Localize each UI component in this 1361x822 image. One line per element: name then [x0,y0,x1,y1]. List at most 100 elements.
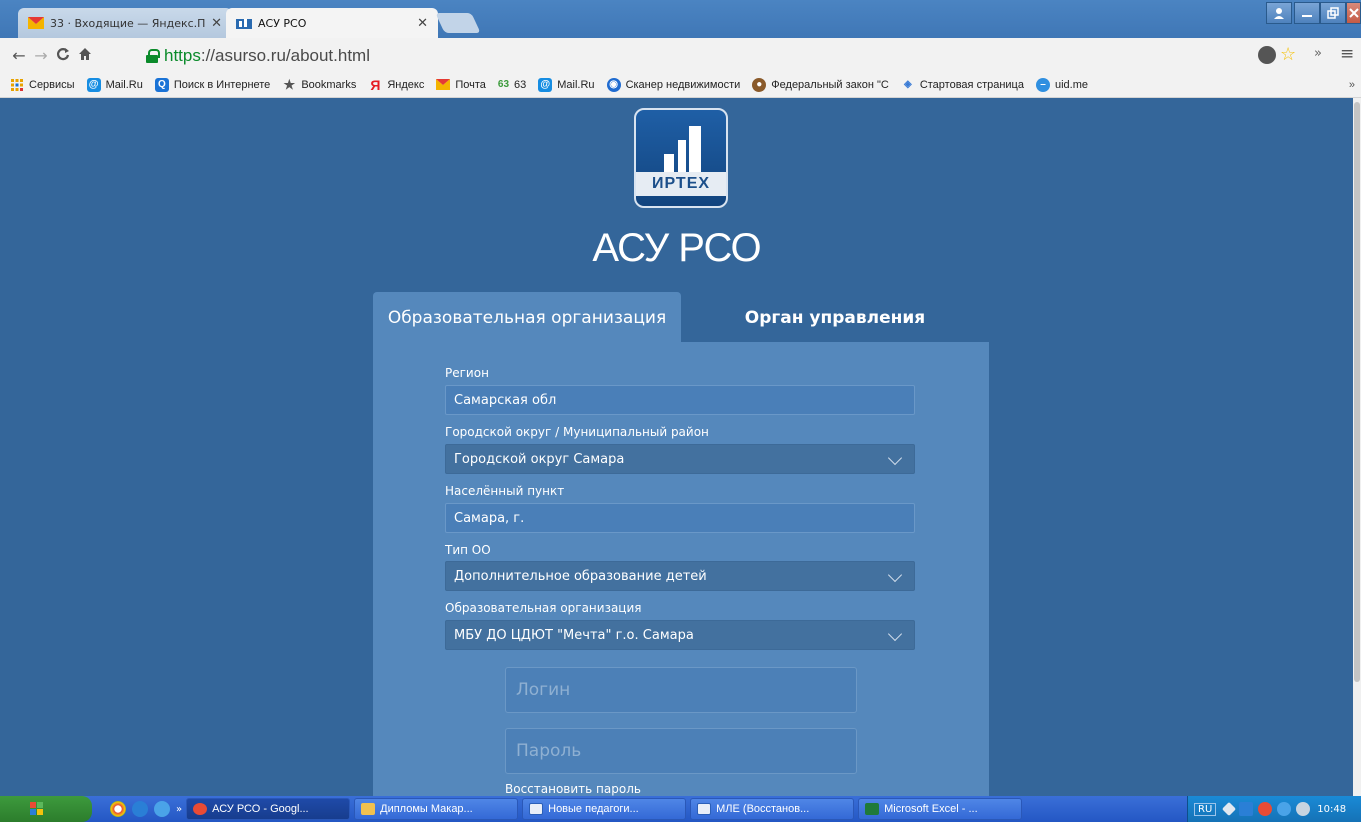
language-indicator[interactable]: RU [1194,802,1217,816]
bookmark-label: Яндекс [387,78,425,91]
irtex-logo: ИРТЕХ [634,108,728,208]
tab-title: АСУ РСО [258,16,307,30]
internet-explorer-icon[interactable] [154,801,170,817]
tab-educational-organization[interactable]: Образовательная организация [373,292,681,344]
bookmark-scanner[interactable]: ◉ Сканер недвижимости [606,77,741,92]
district-label: Городской округ / Муниципальный район [445,425,709,439]
display-icon[interactable] [1239,802,1254,816]
search-icon: Q [154,77,169,92]
organization-select[interactable]: МБУ ДО ЦДЮТ "Мечта" г.о. Самара [445,620,915,650]
home-icon[interactable] [74,46,96,65]
forward-arrow-icon[interactable]: → [30,46,52,65]
mailru-at-icon: @ [538,77,553,92]
district-select[interactable]: Городской округ Самара [445,444,915,474]
bookmark-search[interactable]: Q Поиск в Интернете [154,77,271,92]
login-input[interactable]: Логин [505,667,857,713]
antivirus-icon[interactable] [1258,802,1273,816]
district-value: Городской округ Самара [454,451,625,467]
extension-icon[interactable] [1258,46,1276,64]
bookmark-label: Почта [455,78,486,91]
minimize-icon[interactable] [1294,2,1320,24]
bookmark-uid[interactable]: – uid.me [1035,77,1089,92]
scanner-icon: ◉ [606,77,621,92]
taskbar-item-new-teachers[interactable]: Новые педагоги... [522,798,687,820]
bookmark-mailru-2[interactable]: @ Mail.Ru [538,77,595,92]
url-path: ://asurso.ru/about.html [200,46,370,65]
bookmark-folder[interactable]: ★ Bookmarks [282,76,357,92]
taskbar-item-label: Дипломы Макар... [380,803,473,815]
emblem-icon: ● [752,77,767,92]
bookmark-mail[interactable]: Почта [436,78,486,92]
quick-launch: » [110,801,182,817]
network-icon[interactable] [1222,801,1237,817]
mail-icon [436,78,451,92]
locality-field[interactable]: Самара, г. [445,503,915,533]
menu-icon[interactable]: ≡ [1340,44,1354,64]
yandex-mail-icon [28,17,44,29]
chevron-down-icon [887,626,903,642]
bookmark-start-page[interactable]: ◈ Стартовая страница [901,78,1024,92]
uid-icon: – [1035,77,1050,92]
region-field[interactable]: Самарская обл [445,385,915,415]
bookmark-federal-law[interactable]: ● Федеральный закон "С [752,77,889,92]
back-arrow-icon[interactable]: ← [8,46,30,65]
bookmark-label: uid.me [1054,78,1089,91]
tab-governing-body[interactable]: Орган управления [681,292,989,344]
yandex-icon: Я [370,76,381,93]
bookmark-label: Поиск в Интернете [173,78,271,91]
expand-quicklaunch-icon[interactable]: » [176,804,182,815]
chrome-icon[interactable] [110,801,126,817]
scrollbar-thumb[interactable] [1354,102,1360,682]
apps-grid-icon [10,78,24,92]
bookmark-yandex[interactable]: Я Яндекс [368,76,425,93]
clock: 10:48 [1317,803,1347,815]
new-tab-button[interactable] [435,13,481,33]
close-tab-icon[interactable]: ✕ [211,16,222,31]
tab-yandex-mail[interactable]: 33 · Входящие — Яндекс.П ✕ [18,8,232,38]
address-bar[interactable]: https ://asurso.ru/about.html [146,44,1236,68]
restore-icon[interactable] [1320,2,1346,24]
bookmark-services[interactable]: Сервисы [10,78,75,92]
close-window-icon[interactable] [1346,2,1361,24]
taskbar-item-label: Microsoft Excel - ... [884,803,978,815]
asu-rso-favicon [236,17,252,29]
browser-tab-strip: 33 · Входящие — Яндекс.П ✕ АСУ РСО ✕ [0,0,1361,38]
taskbar-item-mle[interactable]: МЛЕ (Восстанов... [690,798,855,820]
volume-icon[interactable] [1296,802,1311,816]
login-tabs: Образовательная организация Орган управл… [373,292,989,344]
browser-toolbar: ← → https ://asurso.ru/about.html ☆ » ≡ [0,38,1361,72]
taskbar-item-diplomas[interactable]: Дипломы Макар... [354,798,519,820]
browser-icon[interactable] [132,801,148,817]
restore-password-link[interactable]: Восстановить пароль [505,782,641,796]
bookmarks-bar: Сервисы @ Mail.Ru Q Поиск в Интернете ★ … [0,72,1361,98]
star-icon: ★ [283,76,296,92]
more-bookmarks-icon[interactable]: » [1349,79,1355,91]
vertical-scrollbar[interactable] [1353,98,1361,796]
update-icon[interactable] [1277,802,1292,816]
close-tab-icon[interactable]: ✕ [417,16,428,31]
bookmark-mailru[interactable]: @ Mail.Ru [86,77,143,92]
tab-title: 33 · Входящие — Яндекс.П [50,16,206,30]
start-button[interactable] [0,796,92,822]
org-type-select[interactable]: Дополнительное образование детей [445,561,915,591]
page-content: ИРТЕХ АСУ РСО Образовательная организаци… [0,98,1353,796]
organization-value: МБУ ДО ЦДЮТ "Мечта" г.о. Самара [454,627,694,643]
excel-icon [865,803,880,815]
taskbar-item-asu-rso[interactable]: АСУ РСО - Googl... [186,798,351,820]
user-profile-icon[interactable] [1266,2,1292,24]
more-extensions-icon[interactable]: » [1314,46,1322,61]
taskbar-item-label: Новые педагоги... [548,803,639,815]
reload-icon[interactable] [52,46,74,65]
bookmark-63[interactable]: 63 63 [498,78,526,92]
taskbar-item-label: АСУ РСО - Googl... [212,803,309,815]
locality-label: Населённый пункт [445,484,565,498]
password-input[interactable]: Пароль [505,728,857,774]
bookmark-star-icon[interactable]: ☆ [1280,44,1296,65]
tab-asu-rso[interactable]: АСУ РСО ✕ [226,8,438,38]
taskbar-item-label: МЛЕ (Восстанов... [716,803,810,815]
bookmark-label: Mail.Ru [557,78,595,91]
url-scheme: https [164,46,201,65]
bookmark-label: Bookmarks [301,78,357,91]
bookmark-label: Сканер недвижимости [625,78,741,91]
taskbar-item-excel[interactable]: Microsoft Excel - ... [858,798,1023,820]
